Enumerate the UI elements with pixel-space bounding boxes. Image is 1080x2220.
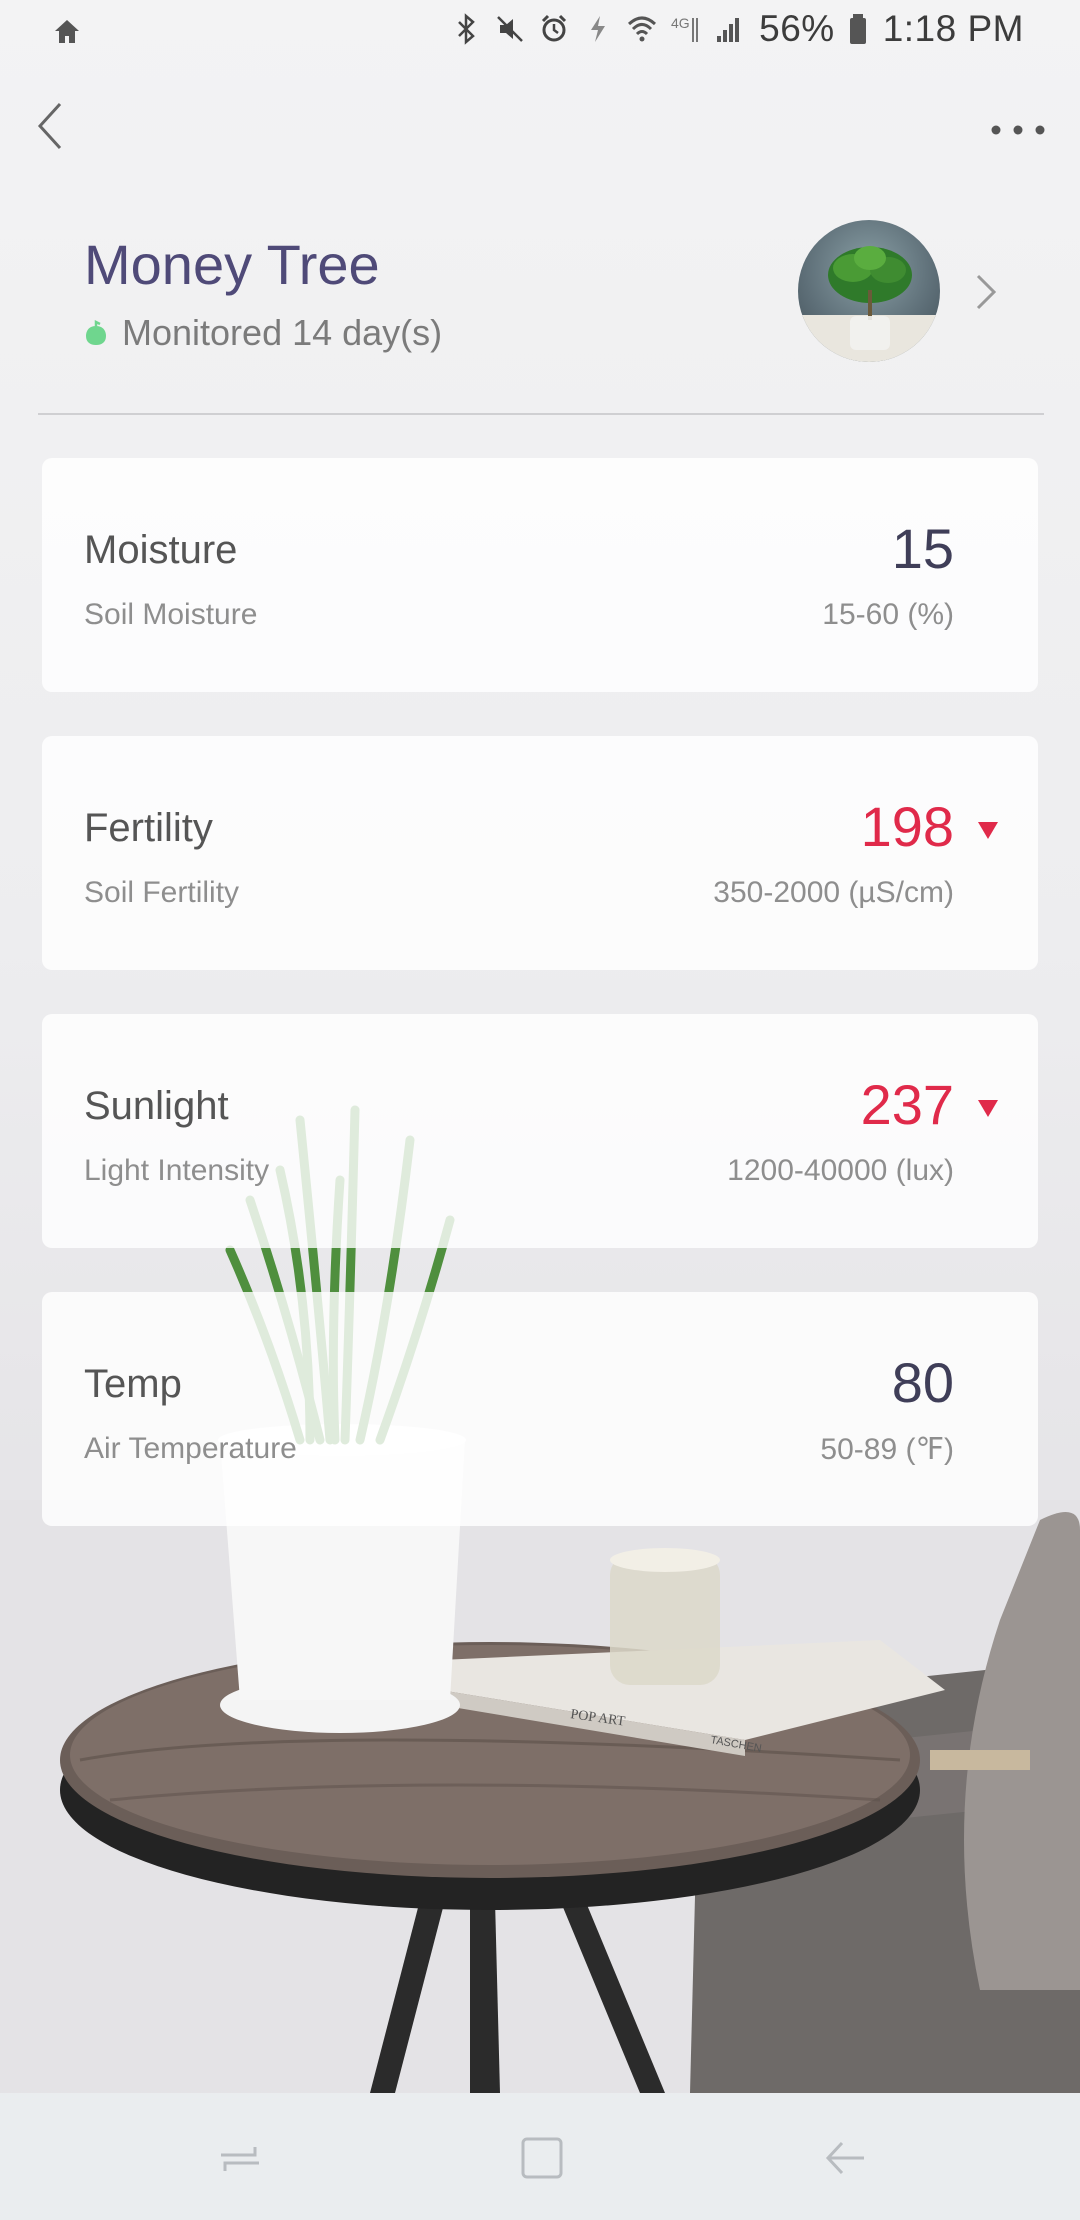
metric-value: 198 [860,795,954,858]
monitored-days: Monitored 14 day(s) [122,312,443,353]
alarm-icon [542,14,567,42]
recent-apps-icon[interactable] [215,2133,265,2183]
bluetooth-icon [458,13,475,45]
plant-photo[interactable] [798,220,940,362]
metric-value: 15 [891,517,954,580]
temperature-card[interactable]: Temp Air Temperature 80 50-89 (℉) [42,1292,1038,1526]
metric-title: Fertility [84,806,213,850]
home-icon [55,20,79,43]
low-alert-icon [978,1100,998,1117]
clock-time: 1:18 PM [882,8,1024,49]
metric-subtitle: Air Temperature [84,1432,297,1465]
metric-subtitle: Light Intensity [84,1154,270,1187]
battery-percentage: 56% [759,8,835,49]
signal-icon [717,18,740,42]
mute-icon [497,16,524,42]
low-alert-icon [978,822,998,839]
metric-title: Sunlight [84,1084,229,1128]
back-button[interactable] [26,96,90,160]
svg-text:4G: 4G [671,15,690,31]
plant-thumbnail-image [798,246,940,362]
metric-subtitle: Soil Fertility [84,876,240,909]
leaf-icon [86,320,106,345]
moisture-card[interactable]: Moisture Soil Moisture 15 15-60 (%) [42,458,1038,692]
lte-icon: 4G [671,15,699,42]
sunlight-card[interactable]: Sunlight Light Intensity 237 1200-40000 … [42,1014,1038,1248]
more-options-button[interactable] [986,110,1050,150]
metric-title: Temp [84,1362,182,1406]
metric-range: 15-60 (%) [822,598,954,631]
metric-range: 350-2000 (µS/cm) [713,876,954,909]
chevron-right-icon[interactable] [972,268,1002,316]
metric-value: 237 [860,1073,954,1136]
header-divider [38,413,1044,415]
status-bar: 4G 56% 1:18 PM [0,0,1080,64]
back-nav-icon[interactable] [820,2133,870,2183]
metric-range: 1200-40000 (lux) [727,1154,954,1187]
system-navigation-bar [0,2093,1080,2220]
plant-name: Money Tree [84,233,380,296]
home-button-icon[interactable] [517,2133,567,2183]
monitored-status: Monitored 14 day(s) [84,312,442,354]
metric-title: Moisture [84,528,238,572]
metric-value: 80 [891,1351,954,1414]
wifi-icon [628,16,657,42]
metric-range: 50-89 (℉) [820,1433,954,1466]
fertility-card[interactable]: Fertility Soil Fertility 198 350-2000 (µ… [42,736,1038,970]
battery-icon [849,14,866,44]
charging-icon [591,16,606,42]
metric-subtitle: Soil Moisture [84,598,258,631]
